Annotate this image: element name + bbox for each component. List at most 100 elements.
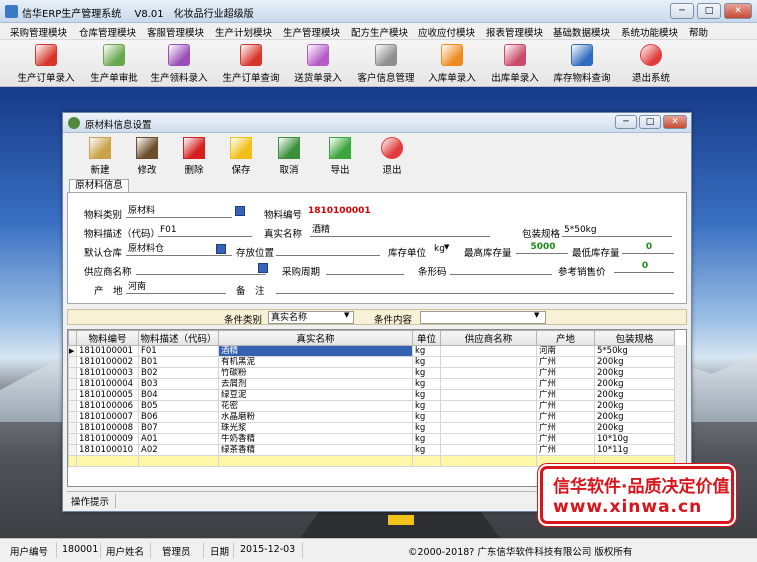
new-row-cell[interactable]	[138, 455, 219, 467]
edit-button[interactable]: 修改	[124, 135, 170, 177]
cell-desc[interactable]: B07	[138, 422, 219, 434]
table-row[interactable]: 1810100002 B01 有机黑泥 kg 广州 200kg	[68, 356, 675, 368]
cell-pack[interactable]: 200kg	[594, 356, 675, 368]
cell-unit[interactable]: kg	[412, 356, 441, 368]
cell-supplier[interactable]	[440, 378, 537, 390]
cell-origin[interactable]: 广州	[536, 400, 595, 412]
dialog-close-button[interactable]: ✕	[663, 115, 687, 129]
max-stock-field[interactable]: 5000	[516, 241, 568, 254]
cell-desc[interactable]: B06	[138, 411, 219, 423]
col-unit[interactable]: 单位	[412, 330, 441, 346]
cell-pack[interactable]: 200kg	[594, 378, 675, 390]
cell-desc[interactable]: A01	[138, 433, 219, 445]
row-indicator[interactable]	[68, 422, 77, 434]
menu-system[interactable]: 系统功能模块	[621, 25, 678, 39]
col-realname[interactable]: 真实名称	[218, 330, 413, 346]
warehouse-dropdown-icon[interactable]	[216, 244, 226, 254]
cell-supplier[interactable]	[440, 367, 537, 379]
table-row[interactable]: ▶ 1810100001 F01 酒精 kg 河南 5*50kg	[68, 345, 675, 357]
cancel-button[interactable]: 取消	[266, 135, 312, 177]
cell-origin[interactable]: 广州	[536, 367, 595, 379]
cell-code[interactable]: 1810100008	[76, 422, 139, 434]
table-row[interactable]: 1810100007 B06 水晶磨粉 kg 广州 200kg	[68, 411, 675, 423]
cell-realname[interactable]: 竹碳粉	[218, 367, 413, 379]
category-dropdown-icon[interactable]	[235, 206, 245, 216]
origin-field[interactable]: 河南	[126, 281, 226, 294]
cell-code[interactable]: 1810100009	[76, 433, 139, 445]
cell-origin[interactable]: 广州	[536, 411, 595, 423]
cell-desc[interactable]: B01	[138, 356, 219, 368]
col-code[interactable]: 物料编号	[76, 330, 139, 346]
cell-code[interactable]: 1810100002	[76, 356, 139, 368]
cell-realname[interactable]: 水晶磨粉	[218, 411, 413, 423]
close-button[interactable]: ✕	[724, 3, 752, 19]
row-indicator[interactable]	[68, 389, 77, 401]
menu-help[interactable]: 帮助	[689, 25, 708, 39]
cell-realname[interactable]: 去屑剂	[218, 378, 413, 390]
toolbar-inventory-query-button[interactable]: 库存物料查询	[550, 44, 614, 84]
barcode-field[interactable]	[450, 262, 552, 275]
supplier-dropdown-icon[interactable]	[258, 263, 268, 273]
cell-realname[interactable]: 绿茶香精	[218, 444, 413, 456]
table-new-row[interactable]	[68, 455, 675, 467]
dialog-minimize-button[interactable]: ─	[615, 115, 637, 129]
tab-material-info[interactable]: 原材料信息	[69, 179, 129, 192]
cell-unit[interactable]: kg	[412, 411, 441, 423]
table-row[interactable]: 1810100005 B04 绿豆泥 kg 广州 200kg	[68, 389, 675, 401]
delete-button[interactable]: 删除	[171, 135, 217, 177]
cell-desc[interactable]: B05	[138, 400, 219, 412]
cell-pack[interactable]: 200kg	[594, 411, 675, 423]
table-row[interactable]: 1810100004 B03 去屑剂 kg 广州 200kg	[68, 378, 675, 390]
cell-code[interactable]: 1810100010	[76, 444, 139, 456]
cell-origin[interactable]: 广州	[536, 422, 595, 434]
menu-purchase[interactable]: 采购管理模块	[10, 25, 67, 39]
cell-realname[interactable]: 绿豆泥	[218, 389, 413, 401]
cell-realname[interactable]: 有机黑泥	[218, 356, 413, 368]
cell-realname[interactable]: 酒精	[218, 345, 413, 357]
cell-unit[interactable]: kg	[412, 422, 441, 434]
cell-origin[interactable]: 广州	[536, 356, 595, 368]
toolbar-stock-in-button[interactable]: 入库单录入	[425, 44, 479, 84]
location-field[interactable]	[276, 243, 380, 256]
cell-supplier[interactable]	[440, 356, 537, 368]
cell-unit[interactable]: kg	[412, 433, 441, 445]
cell-supplier[interactable]	[440, 422, 537, 434]
cell-desc[interactable]: B02	[138, 367, 219, 379]
cell-supplier[interactable]	[440, 411, 537, 423]
cell-origin[interactable]: 广州	[536, 389, 595, 401]
cell-desc[interactable]: F01	[138, 345, 219, 357]
cell-unit[interactable]: kg	[412, 444, 441, 456]
col-origin[interactable]: 产地	[536, 330, 595, 346]
toolbar-stock-out-button[interactable]: 出库单录入	[488, 44, 542, 84]
pack-field[interactable]: 5*50kg	[562, 224, 672, 237]
category-field[interactable]: 原材料	[126, 205, 232, 218]
row-indicator[interactable]	[68, 356, 77, 368]
maximize-button[interactable]: □	[697, 3, 721, 19]
cell-supplier[interactable]	[440, 345, 537, 357]
realname-field[interactable]: 酒精	[310, 224, 490, 237]
menu-basic-data[interactable]: 基础数据模块	[553, 25, 610, 39]
cell-unit[interactable]: kg	[412, 400, 441, 412]
cell-supplier[interactable]	[440, 400, 537, 412]
row-indicator[interactable]	[68, 411, 77, 423]
new-button[interactable]: 新建	[77, 135, 123, 177]
exit-button[interactable]: 退出	[369, 135, 415, 177]
toolbar-picking-button[interactable]: 生产领料录入	[147, 44, 211, 84]
menu-plan[interactable]: 生产计划模块	[215, 25, 272, 39]
cell-code[interactable]: 1810100001	[76, 345, 139, 357]
cell-supplier[interactable]	[440, 433, 537, 445]
table-row[interactable]: 1810100006 B05 花密 kg 广州 200kg	[68, 400, 675, 412]
col-pack[interactable]: 包装规格	[594, 330, 675, 346]
table-row[interactable]: 1810100010 A02 绿茶香精 kg 广州 10*11g	[68, 444, 675, 456]
save-button[interactable]: 保存	[218, 135, 264, 177]
menu-warehouse[interactable]: 仓库管理模块	[79, 25, 136, 39]
new-row-cell[interactable]	[68, 455, 77, 467]
row-indicator[interactable]	[68, 367, 77, 379]
cell-pack[interactable]: 5*50kg	[594, 345, 675, 357]
condition-type-select[interactable]: 真实名称	[268, 311, 354, 324]
note-field[interactable]	[276, 281, 674, 294]
cell-origin[interactable]: 河南	[536, 345, 595, 357]
new-row-cell[interactable]	[76, 455, 139, 467]
toolbar-approve-button[interactable]: 生产单审批	[86, 44, 142, 84]
cell-desc[interactable]: B04	[138, 389, 219, 401]
